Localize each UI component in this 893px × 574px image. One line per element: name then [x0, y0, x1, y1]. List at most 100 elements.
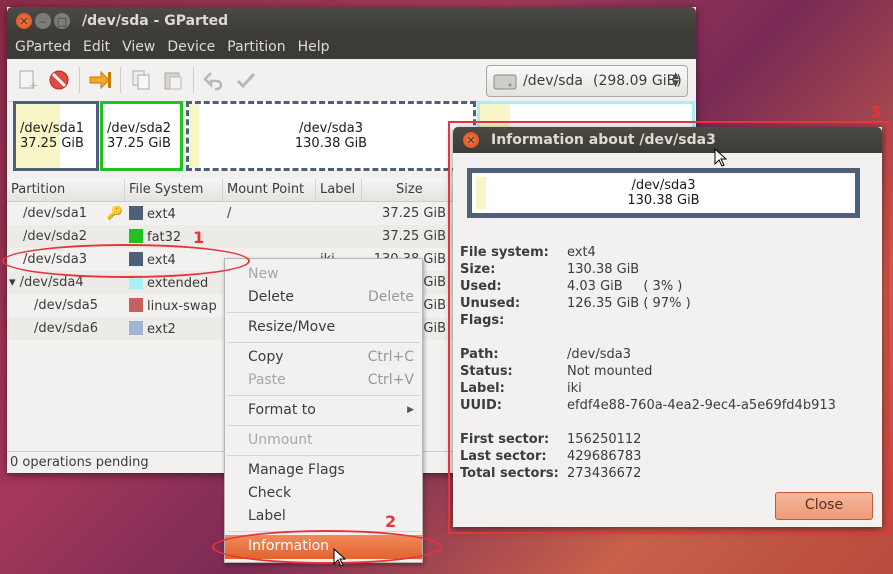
menu-item-accelerator: Ctrl+V [367, 372, 414, 388]
combo-arrows-icon: ▲ ▼ [672, 71, 679, 89]
cell-filesystem: ext4 [125, 205, 223, 222]
fs-color-swatch [129, 320, 143, 335]
menu-item-format-to[interactable]: Format to ▶ [225, 399, 422, 421]
map-sda3-name: /dev/sda3 [299, 121, 363, 136]
new-icon[interactable]: + [15, 68, 39, 92]
toolbar: + /dev/sda (298.09 GiB) ▲ ▼ [7, 59, 696, 102]
menu-item-label: New [248, 266, 279, 282]
col-partition[interactable]: Partition [7, 179, 125, 201]
toolbar-separator [120, 67, 121, 93]
fs-name: extended [147, 275, 209, 291]
map-sda1-size: 37.25 GiB [20, 136, 84, 151]
col-filesystem[interactable]: File System [125, 179, 223, 201]
annotation-number-1: 1 [193, 228, 205, 247]
title-bar: ✕ – □ /dev/sda - GParted [7, 7, 696, 35]
map-sda3[interactable]: /dev/sda3 130.38 GiB [186, 101, 476, 171]
partition-name: /dev/sda4 [19, 275, 84, 290]
copy-icon[interactable] [129, 68, 153, 92]
col-label[interactable]: Label [316, 179, 362, 201]
map-sda3-size: 130.38 GiB [294, 136, 368, 151]
fs-color-swatch [129, 228, 143, 243]
apply-icon[interactable] [234, 68, 258, 92]
expander-icon[interactable]: ▾ [9, 275, 16, 290]
submenu-arrow-icon: ▶ [407, 405, 414, 415]
menu-item-accelerator: Ctrl+C [367, 349, 414, 365]
menu-view[interactable]: View [116, 39, 161, 55]
window-close-icon[interactable]: ✕ [16, 13, 32, 29]
menu-separator [227, 455, 420, 456]
svg-text:+: + [29, 79, 38, 91]
mouse-cursor-icon [714, 148, 728, 167]
cell-mountpoint: / [227, 206, 232, 221]
annotation-number-3: 3 [870, 102, 882, 121]
menu-item-paste[interactable]: Paste Ctrl+V [225, 369, 422, 391]
map-sda1-name: /dev/sda1 [20, 121, 84, 136]
menu-item-accelerator: Delete [368, 289, 414, 305]
annotation-rect-dialog [448, 121, 889, 534]
delete-icon[interactable] [47, 68, 71, 92]
cell-filesystem: fat32 [125, 228, 223, 245]
key-icon: 🔑 [106, 206, 123, 221]
menu-item-label: Unmount [248, 432, 313, 448]
annotation-ellipse-sda3 [2, 244, 250, 278]
paste-icon[interactable] [161, 68, 185, 92]
menu-item-label: Resize/Move [248, 319, 336, 335]
menu-device[interactable]: Device [161, 39, 221, 55]
menu-item-new[interactable]: New [225, 263, 422, 285]
window-maximize-icon[interactable]: □ [54, 13, 70, 29]
cell-filesystem: ext2 [125, 320, 223, 337]
menu-item-label: Paste [248, 372, 286, 388]
cell-partition: /dev/sda2 [23, 229, 87, 244]
cell-partition: /dev/sda1 🔑 [7, 206, 125, 221]
menu-partition[interactable]: Partition [221, 39, 291, 55]
cell-filesystem: linux-swap [125, 297, 223, 314]
partition-name: /dev/sda1 [23, 206, 87, 221]
cell-size: 37.25 GiB [382, 229, 446, 244]
map-sda1[interactable]: /dev/sda1 37.25 GiB [13, 101, 99, 171]
undo-icon[interactable] [202, 68, 226, 92]
menu-item-delete[interactable]: Delete Delete [225, 286, 422, 308]
toolbar-separator [79, 67, 80, 93]
map-sda2[interactable]: /dev/sda2 37.25 GiB [100, 101, 183, 171]
fs-name: ext4 [147, 206, 176, 222]
mouse-cursor-icon [333, 548, 347, 567]
map-sda2-size: 37.25 GiB [107, 136, 171, 151]
cell-size: 37.25 GiB [382, 206, 446, 221]
fs-name: fat32 [147, 229, 182, 245]
menu-gparted[interactable]: GParted [9, 39, 77, 55]
map-sda2-name: /dev/sda2 [107, 121, 171, 136]
fs-name: ext2 [147, 321, 176, 337]
fs-name: linux-swap [147, 298, 217, 314]
menu-edit[interactable]: Edit [77, 39, 116, 55]
cell-partition: /dev/sda6 [34, 321, 98, 336]
menu-item-check[interactable]: Check [225, 482, 422, 504]
fs-color-swatch [129, 205, 143, 220]
menu-item-label: Manage Flags [248, 462, 345, 478]
toolbar-separator [193, 67, 194, 93]
device-selector[interactable]: /dev/sda (298.09 GiB) ▲ ▼ [486, 65, 688, 97]
device-size: (298.09 GiB) [592, 73, 682, 89]
fs-color-swatch [129, 297, 143, 312]
annotation-ellipse-information [212, 530, 442, 564]
menu-item-label: Check [248, 485, 292, 501]
menu-item-label: Format to [248, 402, 316, 418]
annotation-number-2: 2 [385, 512, 397, 531]
menu-separator [227, 425, 420, 426]
resize-move-icon[interactable] [88, 68, 112, 92]
menu-item-label: Copy [248, 349, 284, 365]
menu-item-copy[interactable]: Copy Ctrl+C [225, 346, 422, 368]
device-name: /dev/sda [523, 73, 583, 89]
window-title: /dev/sda - GParted [82, 13, 229, 29]
menu-separator [227, 312, 420, 313]
col-mountpoint[interactable]: Mount Point [223, 179, 316, 201]
cell-partition: /dev/sda5 [34, 298, 98, 313]
harddisk-icon [493, 74, 517, 90]
menu-item-resize-move[interactable]: Resize/Move [225, 316, 422, 338]
menu-help[interactable]: Help [292, 39, 336, 55]
menu-bar: GParted Edit View Device Partition Help [7, 35, 696, 59]
window-minimize-icon[interactable]: – [35, 13, 51, 29]
menu-separator [227, 395, 420, 396]
menu-item-unmount[interactable]: Unmount [225, 429, 422, 451]
menu-item-manage-flags[interactable]: Manage Flags [225, 459, 422, 481]
menu-separator [227, 342, 420, 343]
